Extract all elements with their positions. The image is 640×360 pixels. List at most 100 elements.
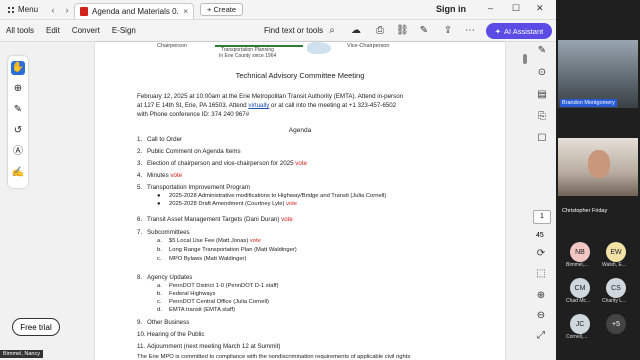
menu-label: Menu [18, 5, 39, 14]
agenda-item: 5. Transportation Improvement Program [137, 184, 250, 191]
pen-icon[interactable]: ✎ [418, 25, 430, 37]
pdf-page: Chairperson Transportation Planning In E… [95, 42, 505, 360]
video-tile-person[interactable] [558, 138, 638, 196]
meeting-details: February 12, 2025 at 10:00am at the Erie… [137, 92, 457, 119]
toolbar-convert[interactable]: Convert [66, 26, 106, 35]
sub-item: a. $5 Local Use Fee (Matt Jonas) vote [157, 238, 261, 244]
bottom-participant-name: Bimmel, Nancy [0, 350, 43, 358]
close-window-icon[interactable]: ✕ [536, 3, 544, 14]
text-select-icon[interactable]: Ⓐ [11, 145, 25, 159]
maximize-icon[interactable]: ☐ [512, 3, 520, 14]
sub-item: c. MPO Bylaws (Matt Waldinger) [157, 256, 247, 262]
video-tile-room[interactable]: Brandon Montgomery [558, 40, 638, 108]
participant-avatar[interactable]: CS [606, 278, 626, 298]
more-icon[interactable]: ⋯ [464, 25, 476, 37]
bookmark-icon[interactable]: ⊙ [535, 66, 549, 80]
create-button[interactable]: + Create [200, 3, 243, 16]
agenda-item: 8. Agency Updates [137, 274, 193, 281]
page-count: 45 [536, 232, 544, 239]
acrobat-window: Menu ‹ › Agenda and Materials 0... × + C… [0, 0, 556, 360]
participant-face [588, 150, 610, 178]
toolbar-edit[interactable]: Edit [40, 26, 66, 35]
participant-avatar[interactable]: EW [606, 242, 626, 262]
agenda-item: 7. Subcommittees [137, 229, 190, 236]
county-map-logo [307, 42, 331, 54]
thumbnail-icon[interactable]: ☐ [535, 132, 549, 146]
agenda-item: 1. Call to Order [137, 136, 183, 143]
scrollbar-thumb[interactable] [523, 54, 527, 64]
refresh-icon[interactable]: ⟳ [535, 248, 547, 260]
sign-in-button[interactable]: Sign in [436, 4, 466, 14]
search-icon[interactable]: ⌕ [326, 25, 338, 37]
left-tool-panel: ✋ ⊕ ✎ ↺ Ⓐ ✍ [8, 56, 28, 188]
sub-item: d. EMTA transit (EMTA staff) [157, 307, 236, 313]
share-icon[interactable]: ⇪ [442, 25, 454, 37]
page-number-input[interactable]: 1 [533, 210, 551, 224]
cloud-upload-icon[interactable]: ☁ [350, 25, 362, 37]
footer-notice: The Erie MPO is committed to compliance … [137, 354, 411, 360]
hand-tool-icon[interactable]: ✋ [11, 61, 25, 75]
more-participants-button[interactable]: +5 [606, 314, 626, 334]
tab-close-icon[interactable]: × [183, 7, 188, 16]
vertical-scrollbar[interactable] [521, 46, 529, 360]
link-icon[interactable]: ⛓ [396, 25, 409, 37]
agenda-heading: Agenda [288, 127, 312, 134]
toolbar-all-tools[interactable]: All tools [0, 26, 40, 35]
participant-avatar-name: Chad Mc... [566, 298, 591, 304]
chairperson-label: Chairperson [157, 43, 187, 49]
forward-arrow-icon[interactable]: › [60, 5, 74, 15]
details-line2b: or at call into the meeting at +1 323-45… [269, 102, 397, 109]
print-icon[interactable]: ⎙ [374, 25, 386, 37]
sub-item: ● 2025-2028 Administrative modifications … [157, 193, 387, 199]
zoom-in-icon[interactable]: ⊕ [535, 290, 547, 302]
pages-icon[interactable]: ▤ [535, 88, 549, 102]
participant-avatar-name: Cornell,... [566, 334, 588, 340]
sub-item: c. PennDOT Central Office (Julia Cornell) [157, 299, 269, 305]
lasso-icon[interactable]: ↺ [11, 124, 25, 138]
participant-avatar-name: Bimmel,... [566, 262, 589, 268]
participant-name-tile2: Christopher Friday [562, 208, 608, 214]
attachments-icon[interactable]: ⎘ [535, 110, 549, 124]
agenda-item: 10.Hearing of the Public [137, 331, 205, 338]
tp-line2: In Erie County since 1964 [219, 53, 277, 59]
highlight-pen-icon[interactable]: ✎ [11, 103, 25, 117]
agenda-item: 9. Other Business [137, 319, 190, 326]
details-line3: with Phone conference ID: 374 240 967# [137, 111, 250, 118]
toolbar-esign[interactable]: E-Sign [106, 26, 142, 35]
participant-avatar[interactable]: CM [570, 278, 590, 298]
agenda-item: 11. Adjournment (next meeting March 12 at… [137, 343, 281, 350]
zoom-out-icon[interactable]: ⊖ [535, 310, 547, 322]
menu-button[interactable]: Menu [0, 0, 46, 19]
fit-page-icon[interactable]: ⤢ [535, 330, 547, 342]
pdf-icon [80, 6, 89, 16]
sub-item: a. PennDOT District 1-0 (PennDOT D-1 staf… [157, 283, 279, 289]
participant-avatar[interactable]: NB [570, 242, 590, 262]
zoom-tool-icon[interactable]: ⊕ [11, 82, 25, 96]
save-icon[interactable]: ⬚ [535, 268, 547, 280]
sub-item: b. Federal Highways [157, 291, 216, 297]
back-arrow-icon[interactable]: ‹ [46, 5, 60, 15]
details-line2a: at 127 E 14th St, Erie, PA 16503. Attend [137, 102, 249, 109]
vice-chairperson-label: Vice-Chairperson [347, 43, 390, 49]
ai-assistant-label: AI Assistant [504, 26, 544, 36]
agenda-item: 6. Transit Asset Management Targets (Dani… [137, 216, 293, 223]
find-text-field[interactable]: Find text or tools [264, 26, 323, 35]
free-trial-button[interactable]: Free trial [12, 318, 60, 336]
minimize-icon[interactable]: – [488, 3, 493, 13]
comment-icon[interactable]: ✎ [535, 44, 549, 58]
participant-avatar[interactable]: JC [570, 314, 590, 334]
agenda-item: 3. Election of chairperson and vice-chair… [137, 160, 307, 167]
virtual-link[interactable]: virtually [248, 102, 269, 109]
title-bar: Menu ‹ › Agenda and Materials 0... × + C… [0, 0, 556, 20]
document-tab[interactable]: Agenda and Materials 0... × [74, 2, 195, 19]
agenda-item: 4. Minutes vote [137, 172, 183, 179]
participant-avatar-name: Walsh, E... [602, 262, 626, 268]
main-toolbar: All tools Edit Convert E-Sign Find text … [0, 20, 556, 42]
participant-name-tile1: Brandon Montgomery [560, 99, 617, 107]
agenda-item: 2. Public Comment on Agenda Items [137, 148, 241, 155]
fill-sign-icon[interactable]: ✍ [11, 166, 25, 180]
ai-assistant-button[interactable]: ✦ AI Assistant [486, 23, 552, 39]
participant-avatar-name: Charity L... [602, 298, 627, 304]
details-line2: at 127 E 14th St, Erie, PA 16503. Attend… [137, 101, 457, 110]
letterhead: Chairperson Transportation Planning In E… [95, 42, 505, 64]
